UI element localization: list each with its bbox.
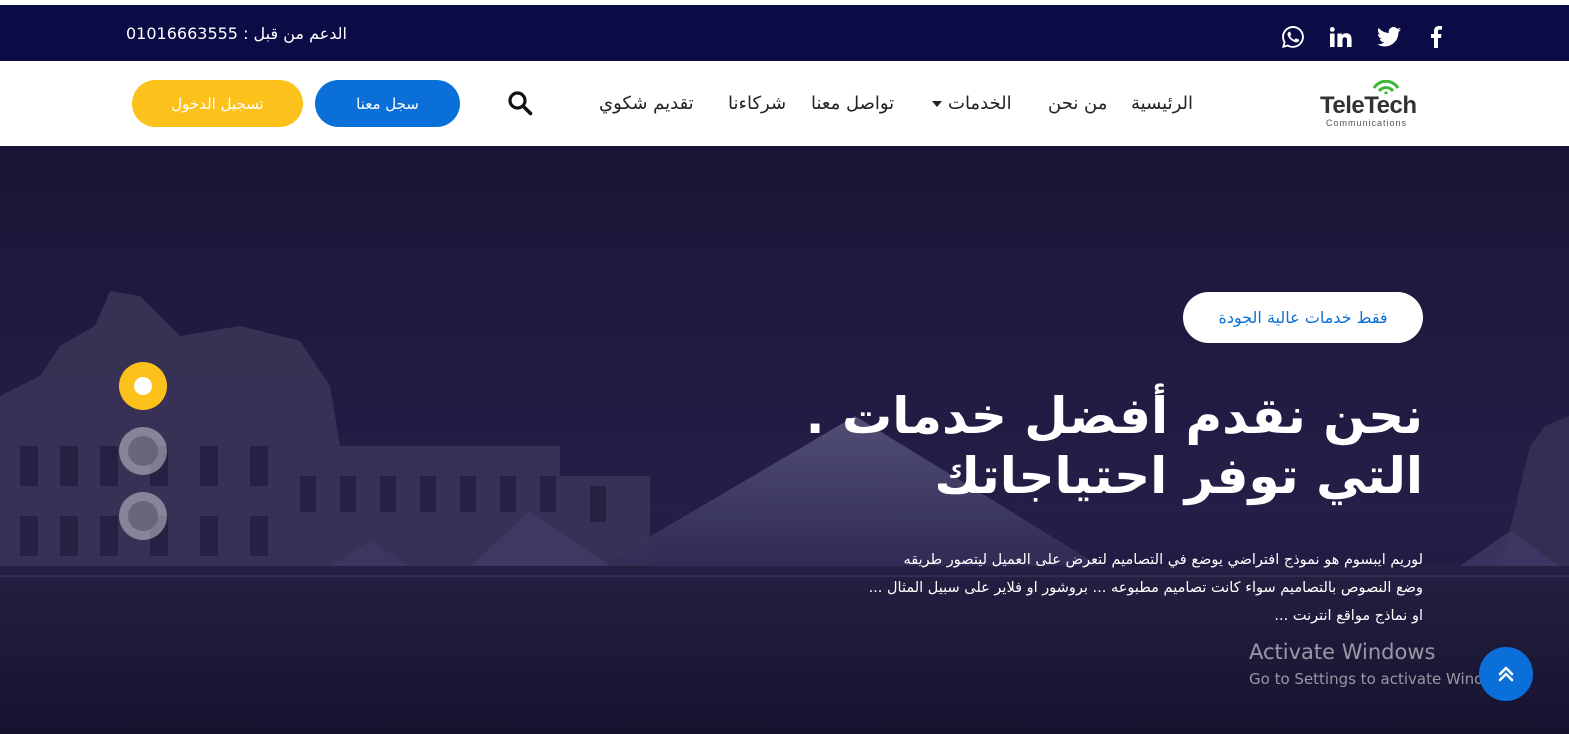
nav-partners[interactable]: شركاءنا xyxy=(728,93,786,114)
hero-description-line-1: لوريم ايبسوم هو نموذج افتراضي يوضع في ال… xyxy=(903,552,1423,568)
caret-down-icon xyxy=(932,101,942,107)
logo-name: TeleTech xyxy=(1320,92,1417,119)
hero-headline: نحن نقدم أفضل خدمات . التي توفر احتياجات… xyxy=(803,386,1423,506)
logo-subtitle: Communications xyxy=(1326,118,1408,128)
slide-dot-2[interactable] xyxy=(119,427,167,475)
main-navbar: TeleTech Communications الرئيسية من نحن … xyxy=(0,61,1569,146)
quality-badge: فقط خدمات عالية الجودة xyxy=(1183,292,1423,343)
hero-description: لوريم ايبسوم هو نموذج افتراضي يوضع في ال… xyxy=(823,546,1423,630)
whatsapp-icon[interactable] xyxy=(1281,25,1305,49)
hero-headline-line-2: التي توفر احتياجاتك xyxy=(934,447,1423,505)
slide-dot-3-center xyxy=(128,501,158,531)
nav-services-label: الخدمات xyxy=(948,93,1012,114)
nav-complaint[interactable]: تقديم شكوي xyxy=(599,93,694,114)
hero-description-line-3: او نماذج مواقع انترنت ... xyxy=(1274,608,1423,624)
nav-services[interactable]: الخدمات xyxy=(932,93,1012,114)
hero-headline-line-1: نحن نقدم أفضل خدمات . xyxy=(805,387,1423,445)
slide-dot-2-center xyxy=(128,436,158,466)
hero-description-line-2: وضع النصوص بالتصاميم سواء كانت تصاميم مط… xyxy=(868,580,1423,596)
windows-activation-title: Activate Windows xyxy=(1249,640,1436,664)
hero-slider: فقط خدمات عالية الجودة نحن نقدم أفضل خدم… xyxy=(0,146,1569,734)
twitter-icon[interactable] xyxy=(1377,25,1401,49)
scroll-to-top-button[interactable] xyxy=(1479,647,1533,701)
windows-activation-subtitle: Go to Settings to activate Windows. xyxy=(1249,670,1518,688)
top-bar: الدعم من قبل : 01016663555 xyxy=(0,5,1569,61)
double-chevron-up-icon xyxy=(1498,666,1514,682)
site-logo[interactable]: TeleTech Communications xyxy=(1318,80,1422,128)
slide-dot-1[interactable] xyxy=(119,362,167,410)
slide-dot-3[interactable] xyxy=(119,492,167,540)
search-icon[interactable] xyxy=(507,90,533,116)
register-button[interactable]: سجل معنا xyxy=(315,80,460,127)
support-phone: الدعم من قبل : 01016663555 xyxy=(126,24,347,43)
facebook-icon[interactable] xyxy=(1424,25,1448,49)
nav-about[interactable]: من نحن xyxy=(1048,93,1107,114)
login-button[interactable]: تسجيل الدخول xyxy=(132,80,303,127)
nav-contact[interactable]: تواصل معنا xyxy=(811,93,894,114)
linkedin-icon[interactable] xyxy=(1329,25,1353,49)
nav-home[interactable]: الرئيسية xyxy=(1131,93,1193,114)
slide-dot-1-center xyxy=(134,377,152,395)
